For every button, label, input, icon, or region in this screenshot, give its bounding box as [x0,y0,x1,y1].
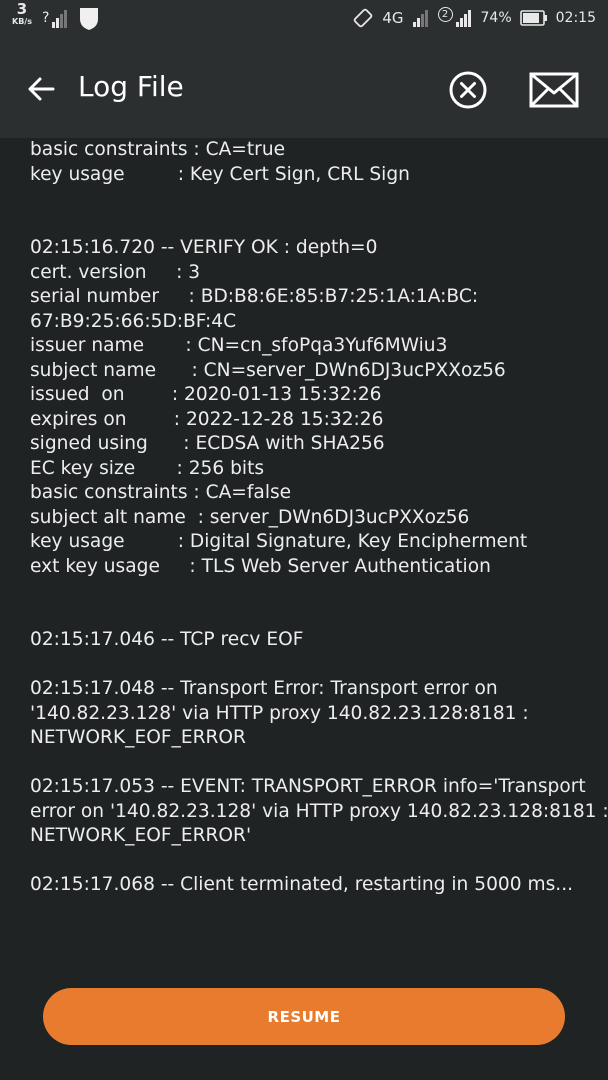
log-content[interactable]: basic constraints : CA=true key usage : K… [0,138,608,980]
status-bar-right: 4G 2 74% 02:15 [352,0,596,36]
battery-percent: 74% [480,10,512,26]
page-title: Log File [78,70,184,103]
log-line: basic constraints : CA=false [30,482,292,503]
log-spacer [30,212,590,237]
log-line: NETWORK_EOF_ERROR' [30,825,252,846]
log-text: basic constraints : CA=true key usage : K… [30,138,608,898]
network-speed: 3 KB/s [12,2,32,26]
shield-icon [79,8,98,30]
svg-text:?: ? [42,10,49,26]
sim1-signal-icon [412,10,428,27]
close-icon[interactable] [446,68,490,112]
log-line: 02:15:17.048 -- Transport Error: Transpo… [30,678,498,699]
log-line: key usage : Digital Signature, Key Encip… [30,531,528,552]
resume-button[interactable]: RESUME [43,988,565,1045]
log-line: key usage : Key Cert Sign, CRL Sign [30,163,410,185]
back-arrow-icon[interactable] [26,74,56,104]
battery-icon [519,10,547,26]
sim-slot-badge: 2 [437,6,453,22]
log-line: subject alt name : server_DWn6DJ3ucPXXoz… [30,506,470,528]
log-spacer [30,751,590,776]
log-spacer [30,579,590,604]
log-line: 67:B9:25:66:5D:BF:4C [30,310,237,332]
log-line: 02:15:16.720 -- VERIFY OK : depth=0 [30,237,378,258]
log-line: expires on : 2022-12-28 15:32:26 [30,408,384,430]
log-spacer [30,849,590,874]
log-line: error on '140.82.23.128' via HTTP proxy … [30,800,608,822]
log-line: EC key size : 256 bits [30,457,265,479]
network-speed-unit: KB/s [12,17,32,26]
log-line: 02:15:17.046 -- TCP recv EOF [30,629,304,650]
log-line: signed using : ECDSA with SHA256 [30,433,385,454]
log-line: issued on : 2020-01-13 15:32:26 [30,384,382,405]
app-bar: Log File [0,36,608,138]
log-spacer [30,604,590,629]
log-line: issuer name : CN=cn_sfoPqa3Yuf6MWiu3 [30,335,448,356]
mail-icon[interactable] [528,70,580,110]
log-line: 02:15:17.053 -- EVENT: TRANSPORT_ERROR i… [30,776,586,797]
log-line: 02:15:17.068 -- Client terminated, resta… [30,874,574,895]
log-spacer [30,187,590,212]
vibrate-icon [354,8,373,28]
status-bar: 3 KB/s ? 4G 2 74% 02:15 [0,0,608,36]
status-bar-left: 3 KB/s ? [12,2,100,32]
network-speed-value: 3 [16,0,28,18]
log-line: '140.82.23.128' via HTTP proxy 140.82.23… [30,702,529,724]
log-spacer [30,653,590,678]
sim2-signal-icon [455,10,471,27]
log-line: basic constraints : CA=true [30,139,286,160]
log-line: cert. version : 3 [30,261,201,283]
network-type-label: 4G [382,9,404,27]
wifi-signal-icon: ? [42,10,67,28]
log-line: NETWORK_EOF_ERROR [30,727,246,748]
log-line: ext key usage : TLS Web Server Authentic… [30,555,491,577]
clock-time: 02:15 [555,10,596,26]
log-line: serial number : BD:B8:6E:85:B7:25:1A:1A:… [30,286,479,307]
log-line: subject name : CN=server_DWn6DJ3ucPXXoz5… [30,359,506,381]
